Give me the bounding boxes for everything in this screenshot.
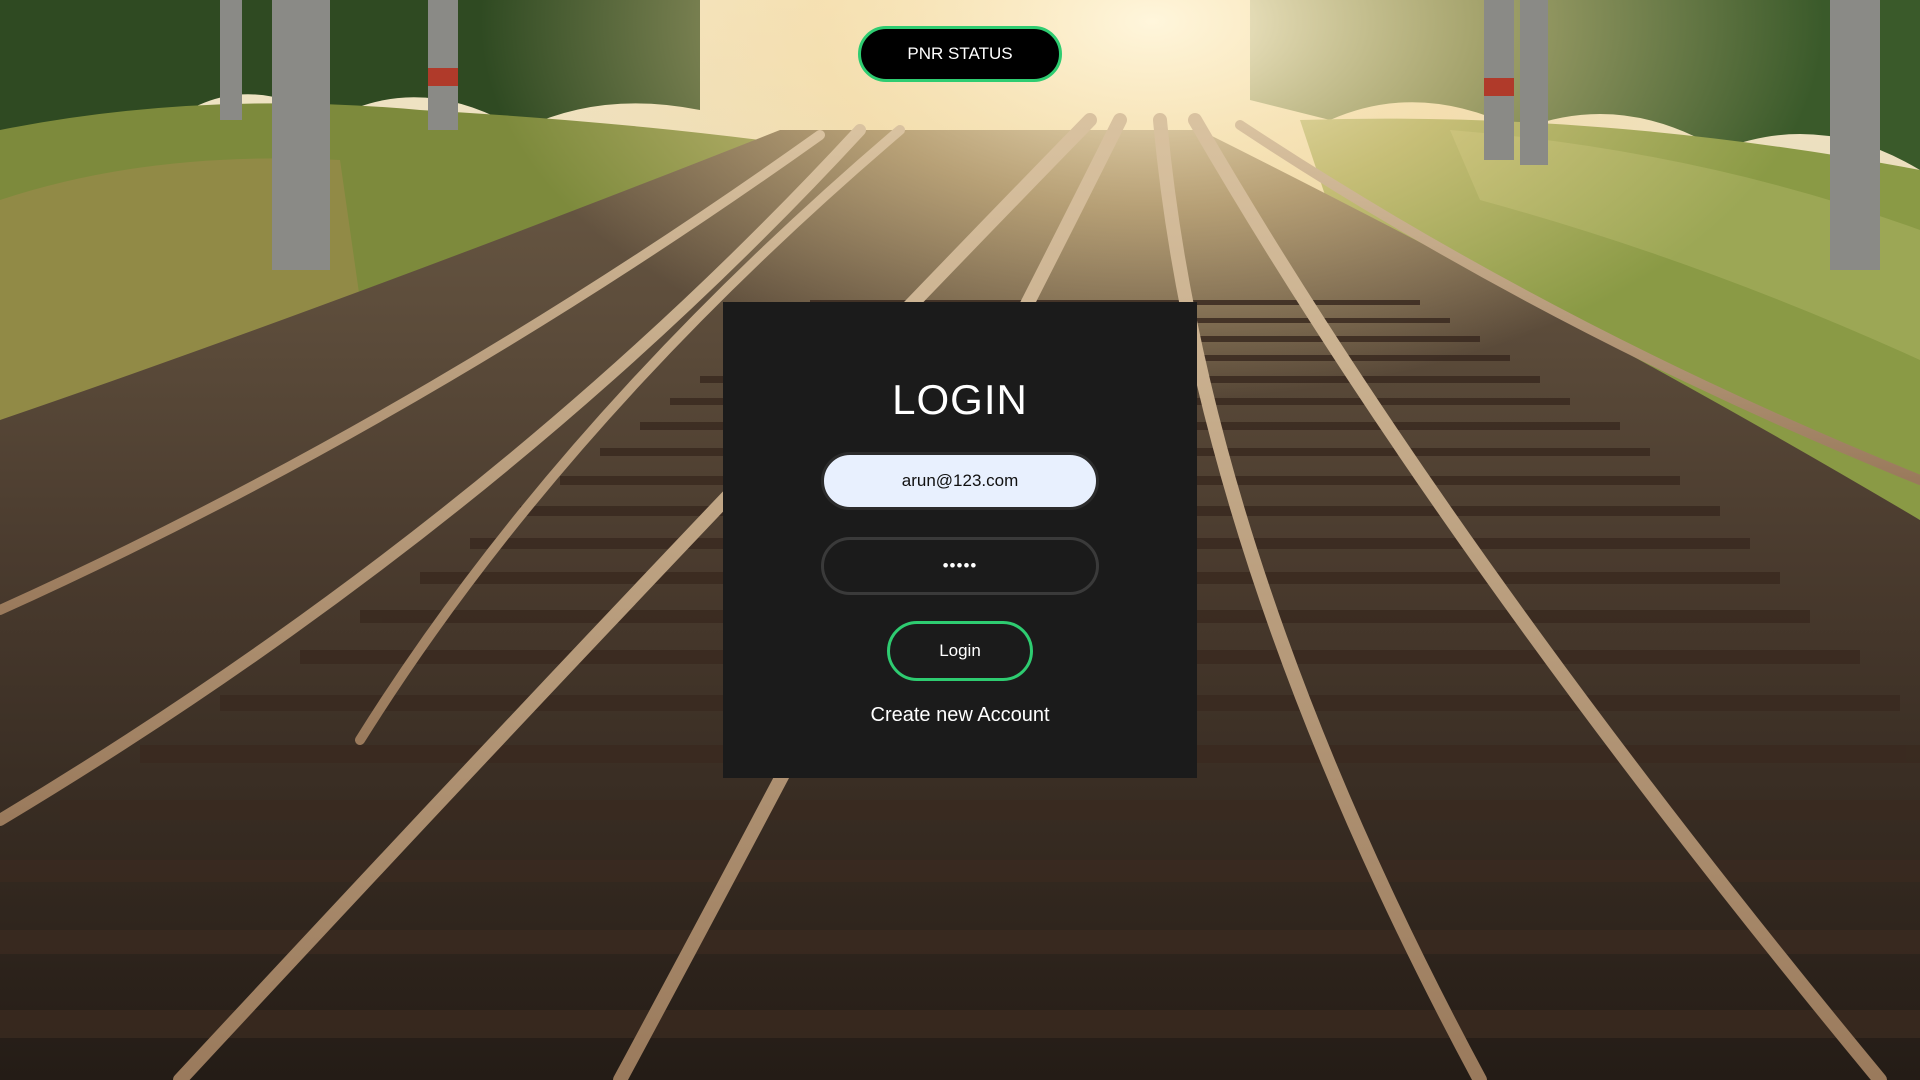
login-title: LOGIN	[892, 376, 1028, 423]
page: PNR STATUS LOGIN Login Create new Accoun…	[0, 0, 1920, 1080]
pnr-status-button[interactable]: PNR STATUS	[858, 26, 1062, 82]
email-field[interactable]	[821, 452, 1099, 510]
password-field[interactable]	[821, 537, 1099, 595]
login-card: LOGIN Login Create new Account	[723, 302, 1197, 778]
create-account-link[interactable]: Create new Account	[723, 704, 1197, 727]
login-button[interactable]: Login	[887, 621, 1033, 681]
